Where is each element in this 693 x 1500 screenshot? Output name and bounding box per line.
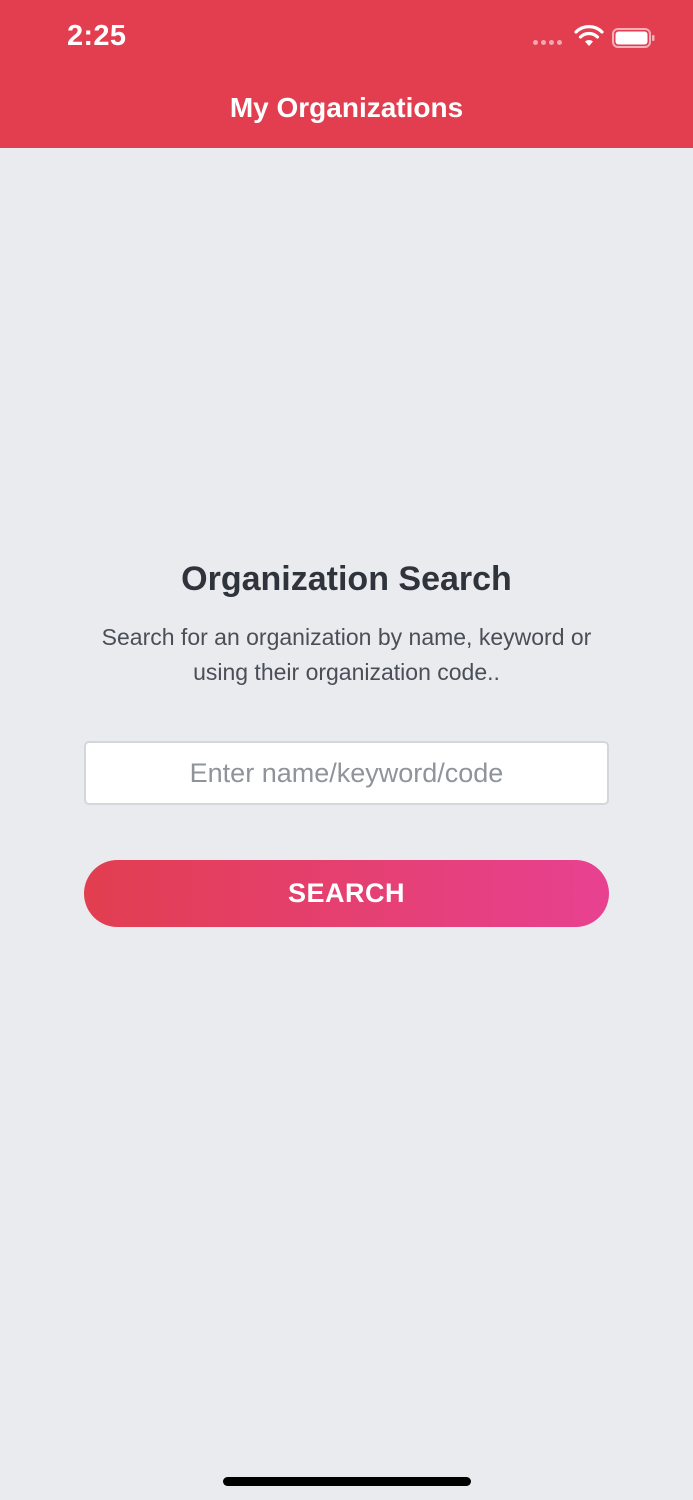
signal-dots-icon — [533, 40, 562, 45]
battery-icon — [612, 28, 655, 48]
top-header: 2:25 My Organizations — [0, 0, 693, 148]
section-heading: Organization Search — [181, 560, 512, 598]
section-description: Search for an organization by name, keyw… — [101, 624, 592, 685]
search-input[interactable] — [84, 741, 609, 805]
status-time: 2:25 — [67, 20, 127, 52]
wifi-icon — [574, 25, 604, 46]
home-indicator — [223, 1477, 471, 1486]
page-title: My Organizations — [229, 92, 464, 123]
search-button[interactable]: SEARCH — [84, 860, 609, 927]
